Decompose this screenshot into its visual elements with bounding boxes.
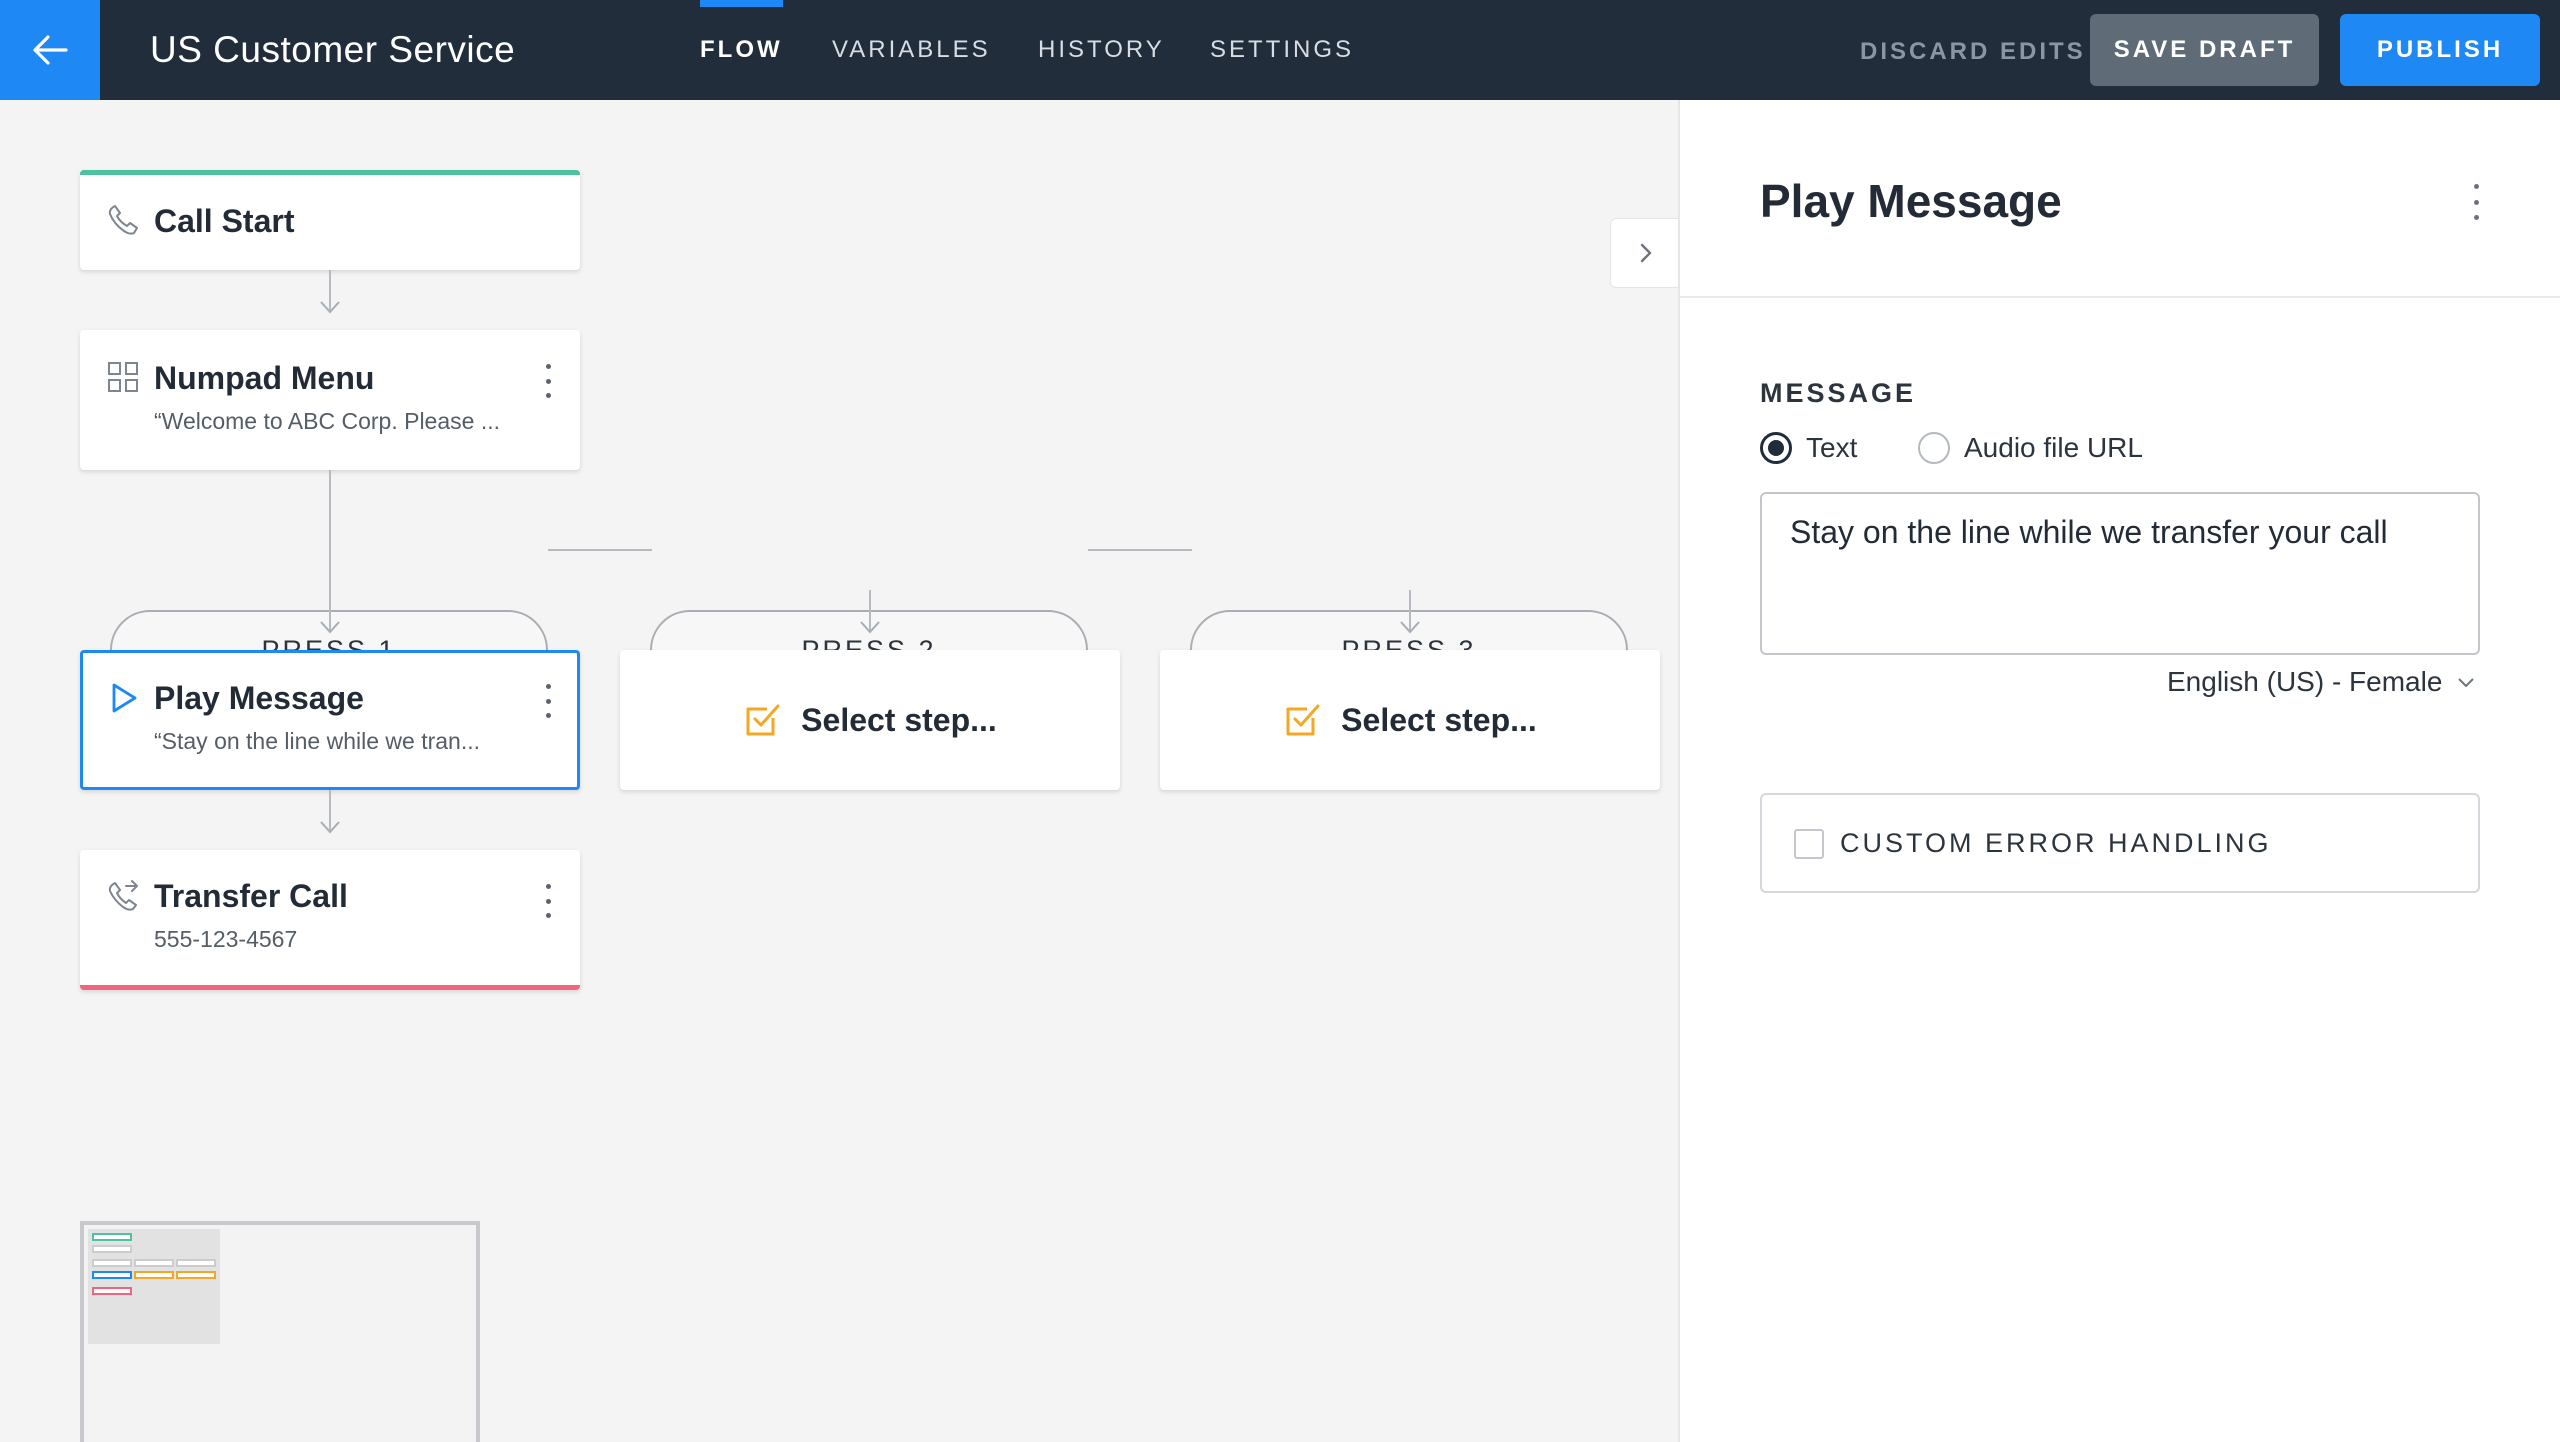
minimap-node xyxy=(92,1271,132,1279)
app-title: US Customer Service xyxy=(150,29,516,70)
chevron-right-icon xyxy=(1640,243,1651,263)
back-button[interactable] xyxy=(0,0,100,100)
message-textarea[interactable]: Stay on the line while we transfer your … xyxy=(1760,492,2480,655)
numpad-menu-node[interactable]: Numpad Menu “Welcome to ABC Corp. Please… xyxy=(80,330,580,470)
custom-error-checkbox[interactable] xyxy=(1794,829,1824,859)
select-step-node[interactable]: Select step... xyxy=(1160,650,1660,790)
minimap-node xyxy=(176,1271,216,1279)
node-title: Play Message xyxy=(154,680,364,716)
minimap-node xyxy=(92,1245,132,1253)
more-options-icon[interactable] xyxy=(544,884,552,918)
arrow-down-icon xyxy=(1400,621,1420,634)
checkbox-edit-icon xyxy=(746,704,780,736)
arrow-down-icon xyxy=(320,821,340,834)
arrow-left-icon xyxy=(33,35,68,65)
radio-audio-url[interactable]: Audio file URL xyxy=(1918,430,2143,466)
connector-line xyxy=(1088,549,1192,551)
minimap-node xyxy=(92,1233,132,1241)
arrow-down-icon xyxy=(320,301,340,314)
node-subtitle: 555-123-4567 xyxy=(154,926,298,952)
arrow-down-icon xyxy=(320,621,340,634)
select-step-node[interactable]: Select step... xyxy=(620,650,1120,790)
radio-label: Text xyxy=(1806,432,1858,463)
save-draft-button[interactable]: SAVE DRAFT xyxy=(2090,14,2319,86)
node-subtitle: “Welcome to ABC Corp. Please ... xyxy=(154,408,500,434)
checkbox-edit-icon xyxy=(1286,704,1320,736)
panel-header: Play Message xyxy=(1680,100,2560,298)
top-bar: US Customer Service FLOW VARIABLES HISTO… xyxy=(0,0,2560,100)
minimap-node xyxy=(92,1259,132,1267)
custom-error-handling-toggle[interactable]: CUSTOM ERROR HANDLING xyxy=(1760,793,2480,893)
radio-label: Audio file URL xyxy=(1964,432,2143,463)
arrow-down-icon xyxy=(860,621,880,634)
more-options-icon[interactable] xyxy=(544,364,552,398)
radio-button[interactable] xyxy=(1760,432,1792,464)
node-subtitle: “Stay on the line while we tran... xyxy=(154,728,480,754)
tab-history[interactable]: HISTORY xyxy=(1038,0,1165,100)
connector-line xyxy=(548,549,652,551)
phone-forward-icon xyxy=(108,880,138,911)
properties-panel: Play Message MESSAGE Text Audio file URL… xyxy=(1678,100,2560,1442)
select-step-label: Select step... xyxy=(801,701,997,738)
minimap-node xyxy=(134,1259,174,1267)
select-step-label: Select step... xyxy=(1341,701,1537,738)
minimap-node xyxy=(134,1271,174,1279)
flow-canvas[interactable]: Call Start Numpad Menu “Welcome to ABC C… xyxy=(0,100,1680,1442)
radio-text[interactable]: Text xyxy=(1760,430,1857,466)
voice-select[interactable]: English (US) - Female xyxy=(2167,662,2476,702)
play-icon xyxy=(112,683,137,713)
play-message-node[interactable]: Play Message “Stay on the line while we … xyxy=(80,650,580,790)
grid-icon xyxy=(108,362,138,392)
publish-button[interactable]: PUBLISH xyxy=(2340,14,2540,86)
call-start-node[interactable]: Call Start xyxy=(80,170,580,270)
panel-title: Play Message xyxy=(1760,175,2062,227)
collapse-panel-button[interactable] xyxy=(1610,218,1680,288)
chevron-down-icon xyxy=(2458,678,2475,688)
minimap-node xyxy=(92,1287,132,1295)
message-section-label: MESSAGE xyxy=(1760,378,1917,408)
node-title: Numpad Menu xyxy=(154,360,375,396)
more-options-icon[interactable] xyxy=(2472,184,2480,220)
tab-settings[interactable]: SETTINGS xyxy=(1210,0,1354,100)
node-title: Call Start xyxy=(154,203,295,239)
transfer-call-node[interactable]: Transfer Call 555-123-4567 xyxy=(80,850,580,990)
minimap[interactable] xyxy=(80,1221,480,1442)
discard-edits-button[interactable]: DISCARD EDITS xyxy=(1860,0,2086,100)
connector-line xyxy=(329,470,331,610)
tab-flow[interactable]: FLOW xyxy=(700,0,783,100)
minimap-viewport[interactable] xyxy=(88,1229,220,1344)
minimap-node xyxy=(176,1259,216,1267)
radio-button[interactable] xyxy=(1918,432,1950,464)
more-options-icon[interactable] xyxy=(544,684,552,718)
phone-icon xyxy=(108,205,138,235)
tab-variables[interactable]: VARIABLES xyxy=(832,0,991,100)
voice-label: English (US) - Female xyxy=(2167,666,2443,697)
custom-error-label: CUSTOM ERROR HANDLING xyxy=(1840,828,2272,858)
node-title: Transfer Call xyxy=(154,878,348,914)
